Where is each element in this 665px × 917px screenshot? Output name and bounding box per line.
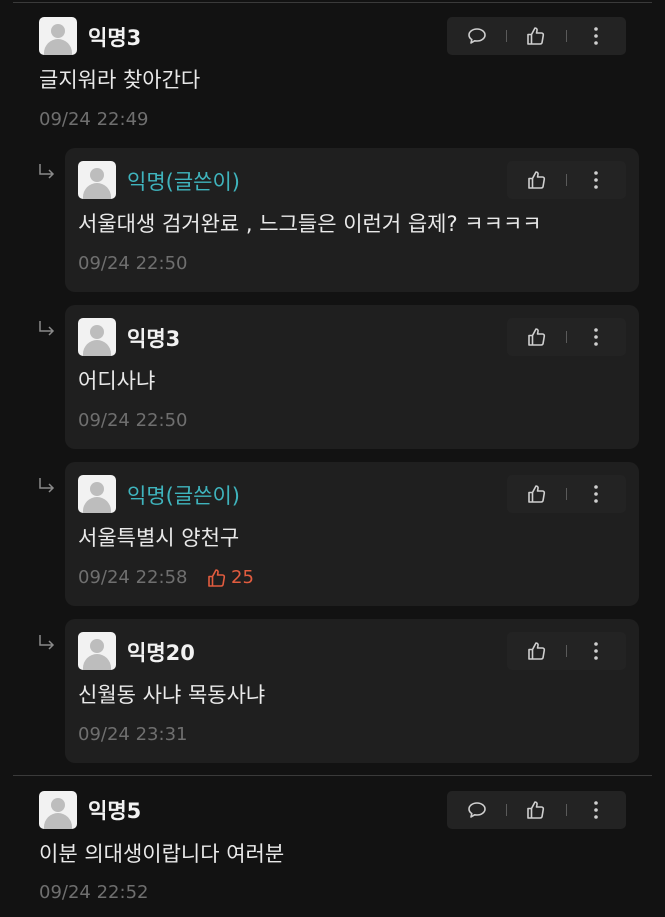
reply-button[interactable] [462, 21, 492, 51]
reply-author-name: 익명20 [127, 641, 195, 665]
comment-author-name: 익명3 [88, 26, 142, 50]
reply-actions [507, 318, 626, 356]
reply-card: 익명(글쓴이) 서울특별시 양천구 09/24 22:58 25 [65, 462, 639, 606]
reply-author-name: 익명3 [127, 327, 181, 351]
avatar [78, 318, 116, 356]
comment-actions [447, 791, 626, 829]
comment-time: 09/24 22:52 [39, 882, 149, 903]
more-options-button[interactable] [581, 322, 611, 352]
reply-text: 서울특별시 양천구 [78, 526, 240, 550]
comment: 익명3 글지워라 찾아간다 09/24 22:49 [0, 0, 665, 140]
comment-bubble-icon [468, 802, 486, 818]
like-count-value: 25 [231, 567, 254, 588]
more-vertical-icon [594, 801, 598, 819]
comment-author-name: 익명5 [88, 799, 142, 823]
reply-actions [507, 161, 626, 199]
like-count: 25 [207, 567, 254, 589]
more-options-button[interactable] [581, 21, 611, 51]
more-vertical-icon [594, 171, 598, 189]
reply-actions [507, 632, 626, 670]
thumbs-up-icon [528, 642, 546, 660]
thumbs-up-icon [208, 569, 226, 587]
like-button[interactable] [522, 636, 552, 666]
reply-card: 익명20 신월동 사냐 목동사냐 09/24 23:31 [65, 619, 639, 763]
more-vertical-icon [594, 328, 598, 346]
like-button[interactable] [522, 165, 552, 195]
reply-text: 어디사냐 [78, 369, 156, 393]
avatar [39, 17, 77, 55]
reply-author-name: 익명(글쓴이) [127, 170, 240, 194]
more-options-button[interactable] [581, 165, 611, 195]
thumbs-up-icon [528, 485, 546, 503]
avatar [39, 791, 77, 829]
more-vertical-icon [594, 642, 598, 660]
more-options-button[interactable] [581, 479, 611, 509]
reply-arrow-icon [39, 164, 55, 179]
comment: 익명5 이분 의대생이랍니다 여러분 09/24 22:52 [0, 775, 665, 917]
comment-text: 이분 의대생이랍니다 여러분 [39, 842, 285, 866]
comment-actions [447, 17, 626, 55]
thumbs-up-icon [528, 328, 546, 346]
reply-card: 익명(글쓴이) 서울대생 검거완료 , 느그들은 이런거 읍제? ㅋㅋㅋㅋ 09… [65, 148, 639, 292]
reply-arrow-icon [39, 321, 55, 336]
comment-time: 09/24 22:49 [39, 109, 149, 130]
reply-actions [507, 475, 626, 513]
reply-text: 신월동 사냐 목동사냐 [78, 683, 266, 707]
comment-text: 글지워라 찾아간다 [39, 68, 201, 92]
avatar [78, 475, 116, 513]
like-button[interactable] [521, 795, 551, 825]
reply-arrow-icon [39, 635, 55, 650]
reply-arrow-icon [39, 478, 55, 493]
reply-card: 익명3 어디사냐 09/24 22:50 [65, 305, 639, 449]
reply-time: 09/24 22:50 [78, 253, 188, 274]
like-button[interactable] [522, 479, 552, 509]
like-button[interactable] [522, 322, 552, 352]
reply-time: 09/24 23:31 [78, 724, 188, 745]
reply-text: 서울대생 검거완료 , 느그들은 이런거 읍제? ㅋㅋㅋㅋ [78, 212, 542, 236]
reply-time: 09/24 22:58 [78, 567, 188, 588]
thumbs-up-icon [527, 27, 545, 45]
reply-button[interactable] [462, 795, 492, 825]
avatar [78, 632, 116, 670]
more-vertical-icon [594, 485, 598, 503]
reply-author-name: 익명(글쓴이) [127, 484, 240, 508]
thumbs-up-icon [528, 171, 546, 189]
more-vertical-icon [594, 27, 598, 45]
thumbs-up-icon [527, 801, 545, 819]
more-options-button[interactable] [581, 636, 611, 666]
avatar [78, 161, 116, 199]
reply-time: 09/24 22:50 [78, 410, 188, 431]
comment-bubble-icon [468, 28, 486, 44]
like-button[interactable] [521, 21, 551, 51]
more-options-button[interactable] [581, 795, 611, 825]
